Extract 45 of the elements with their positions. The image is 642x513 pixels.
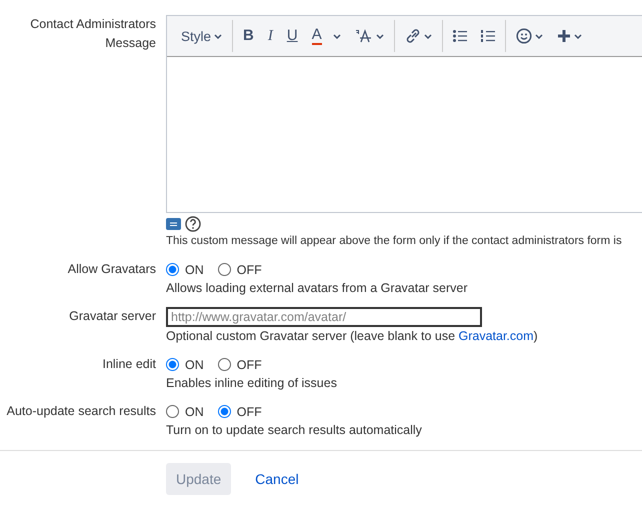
field-label: Allow Gravatars: [68, 262, 156, 276]
caret-icon: [574, 34, 582, 38]
field-description: Optional custom Gravatar server (leave blank to use Gravatar.com): [166, 328, 539, 345]
link-icon: [404, 28, 421, 44]
radio-button[interactable]: [166, 405, 179, 418]
cancel-link[interactable]: Cancel: [255, 471, 299, 487]
field-label: Gravatar server: [69, 309, 156, 323]
caret-icon: [214, 34, 222, 38]
radio-label: OFF: [236, 404, 262, 418]
bullet-list-icon: [452, 30, 467, 42]
radio-button[interactable]: [166, 358, 179, 371]
radio-label: ON: [185, 358, 204, 372]
italic-button[interactable]: I: [262, 24, 278, 48]
caret-icon: [534, 34, 543, 38]
field-description: This custom message will appear above the form only if the contact administrators form is: [166, 234, 623, 249]
smiley-icon: [516, 28, 532, 44]
radio-label: ON: [185, 262, 204, 276]
bold-button[interactable]: B: [238, 24, 259, 48]
radio-button[interactable]: [166, 263, 179, 276]
field-description: Enables inline editing of issues: [166, 375, 338, 392]
caret-icon: [332, 34, 341, 38]
radio-button[interactable]: [218, 358, 231, 371]
field-label: Contact Administrators Message: [30, 17, 156, 50]
radio-button[interactable]: [218, 263, 231, 276]
radio-label: OFF: [236, 262, 262, 276]
field-label: Auto-update search results: [6, 404, 156, 418]
text-size-icon: [354, 29, 373, 43]
caret-icon: [376, 34, 384, 38]
rich-text-editor[interactable]: Style B I U A: [166, 15, 642, 213]
text-mode-icon[interactable]: [166, 218, 181, 230]
text-color-button[interactable]: A: [306, 23, 346, 49]
radio-label: OFF: [236, 358, 262, 372]
style-dropdown[interactable]: Style: [176, 24, 228, 48]
server-url-field[interactable]: http://www.gravatar.com/avatar/: [166, 307, 482, 327]
field-description: Allows loading external avatars from a Gravatar server: [166, 280, 469, 297]
caret-icon: [424, 34, 432, 38]
underline-button[interactable]: U: [282, 24, 303, 48]
numbered-list-icon: [480, 30, 495, 42]
field-description: Turn on to update search results automatically: [166, 422, 423, 439]
radio-label: ON: [185, 404, 204, 418]
gravatar-link[interactable]: Gravatar.com: [458, 329, 534, 343]
radio-button[interactable]: [218, 405, 231, 418]
plus-icon: [556, 29, 571, 43]
help-icon[interactable]: [185, 216, 201, 232]
field-label: Inline edit: [102, 357, 156, 371]
